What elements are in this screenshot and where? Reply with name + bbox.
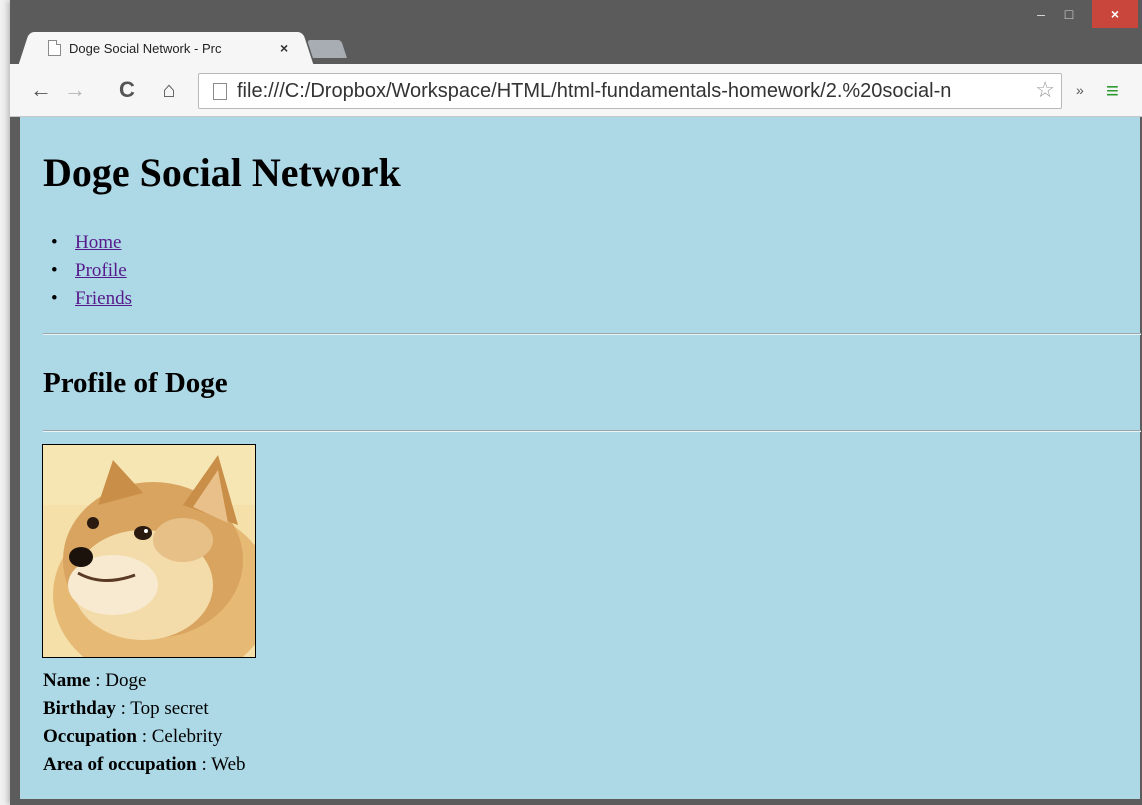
star-icon[interactable]: ☆ xyxy=(1035,77,1055,103)
close-window-button[interactable]: × xyxy=(1092,0,1138,28)
detail-label: Area of occupation xyxy=(43,754,197,775)
address-bar[interactable]: file:///C:/Dropbox/Workspace/HTML/html-f… xyxy=(198,73,1062,109)
detail-value: : Celebrity xyxy=(136,726,223,747)
hamburger-menu-icon[interactable]: ≡ xyxy=(1106,78,1119,104)
detail-row-name: Name : Doge xyxy=(43,667,246,695)
detail-row-birthday: Birthday : Top secret xyxy=(43,695,246,723)
tab-title: Doge Social Network - Prc xyxy=(69,40,222,56)
profile-details: Name : Doge Birthday : Top secret Occupa… xyxy=(43,667,246,779)
doge-profile-photo xyxy=(42,444,256,658)
page-favicon-icon xyxy=(48,40,61,56)
chevron-double-right-icon[interactable]: » xyxy=(1076,82,1084,98)
nav-item-home: Home xyxy=(51,229,132,257)
detail-value: : Doge xyxy=(90,670,147,691)
detail-label: Occupation xyxy=(43,726,137,747)
nav-link-profile[interactable]: Profile xyxy=(75,260,127,281)
detail-value: : Web xyxy=(196,754,246,775)
detail-label: Name xyxy=(43,670,91,691)
main-nav: Home Profile Friends xyxy=(51,229,132,313)
divider xyxy=(43,333,1141,335)
detail-row-area: Area of occupation : Web xyxy=(43,751,246,779)
divider xyxy=(43,430,1141,432)
nav-item-friends: Friends xyxy=(51,285,132,313)
browser-toolbar: ← → C ⌂ file:///C:/Dropbox/Workspace/HTM… xyxy=(10,64,1142,117)
detail-row-occupation: Occupation : Celebrity xyxy=(43,723,246,751)
back-arrow-icon[interactable]: ← xyxy=(28,76,54,104)
tab-close-button[interactable]: × xyxy=(280,40,288,56)
browser-tab[interactable]: Doge Social Network - Prc × xyxy=(32,32,300,64)
home-icon[interactable]: ⌂ xyxy=(156,76,182,104)
tab-strip: Doge Social Network - Prc × – □ × xyxy=(10,0,1142,64)
page-title: Doge Social Network xyxy=(43,150,401,195)
reload-icon[interactable]: C xyxy=(114,76,140,104)
detail-label: Birthday xyxy=(43,698,116,719)
detail-value: : Top secret xyxy=(115,698,209,719)
nav-item-profile: Profile xyxy=(51,257,132,285)
nav-link-friends[interactable]: Friends xyxy=(75,288,132,309)
maximize-button[interactable]: □ xyxy=(1056,0,1082,28)
browser-window: Doge Social Network - Prc × – □ × ← → C … xyxy=(10,0,1142,805)
new-tab-button[interactable] xyxy=(307,40,347,58)
url-text[interactable]: file:///C:/Dropbox/Workspace/HTML/html-f… xyxy=(237,80,1037,103)
forward-arrow-icon[interactable]: → xyxy=(62,76,88,104)
page-icon xyxy=(213,82,227,100)
minimize-button[interactable]: – xyxy=(1028,0,1054,28)
nav-link-home[interactable]: Home xyxy=(75,232,121,253)
section-title: Profile of Doge xyxy=(43,367,228,399)
page-content: Doge Social Network Home Profile Friends… xyxy=(20,117,1141,799)
